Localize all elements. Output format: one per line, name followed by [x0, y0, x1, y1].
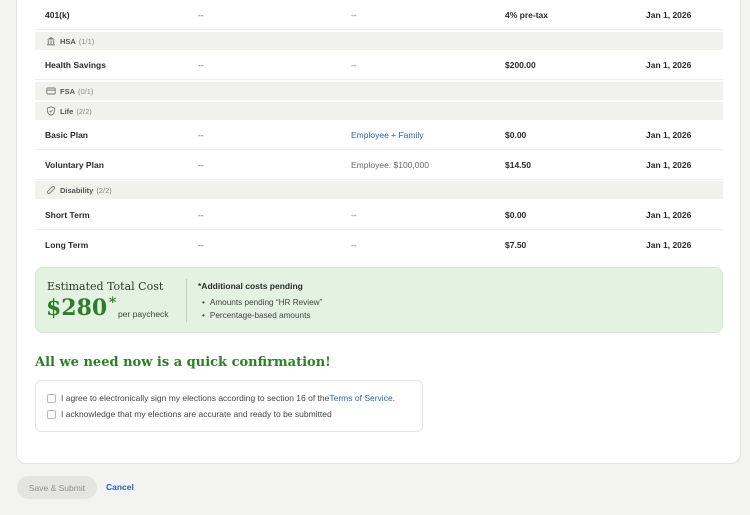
group-count: (1/1): [78, 36, 95, 46]
table-row: Basic Plan -- Employee + Family $0.00 Ja…: [35, 120, 723, 150]
estimate-title: Estimated Total Cost: [47, 280, 164, 293]
acknowledge-row[interactable]: I acknowledge that my elections are accu…: [47, 409, 332, 419]
plan-cost: $200.00: [505, 59, 536, 70]
plan-effective-date: Jan 1, 2026: [646, 129, 692, 140]
pending-costs-title: *Additional costs pending: [198, 281, 303, 291]
plan-effective-date: Jan 1, 2026: [646, 240, 692, 250]
plan-coverage-link[interactable]: Employee + Family: [351, 130, 424, 140]
plan-name: Voluntary Plan: [45, 159, 104, 170]
plan-coverage: Employee: $100,000: [351, 159, 429, 170]
group-header-life: Life (2/2): [35, 102, 723, 120]
estimate-period: per paycheck: [118, 309, 169, 319]
shield-icon: [45, 106, 56, 117]
plan-coverage: --: [351, 59, 357, 70]
group-name: Disability: [60, 185, 94, 195]
table-row: Long Term -- -- $7.50 Jan 1, 2026: [35, 230, 723, 260]
agree-terms-row[interactable]: I agree to electronically sign my electi…: [47, 393, 395, 403]
group-name: HSA: [60, 36, 76, 46]
plan-cost: $0.00: [505, 209, 527, 220]
plan-name: Short Term: [45, 209, 90, 220]
confirmation-heading: All we need now is a quick confirmation!: [35, 355, 331, 370]
plan-col2: --: [198, 9, 204, 20]
agree-terms-suffix: .: [392, 393, 396, 403]
plan-name: Basic Plan: [45, 129, 88, 140]
agree-terms-checkbox[interactable]: [47, 393, 56, 403]
group-name: FSA: [60, 86, 75, 96]
plan-effective-date: Jan 1, 2026: [646, 9, 692, 20]
plan-col2: --: [198, 129, 204, 140]
plan-effective-date: Jan 1, 2026: [646, 59, 692, 70]
estimate-asterisk: *: [109, 295, 117, 311]
table-row: Short Term -- -- $0.00 Jan 1, 2026: [35, 200, 723, 230]
plan-col2: --: [198, 59, 204, 70]
pending-costs-list: Amounts pending “HR Review” Percentage-b…: [202, 296, 322, 322]
card-icon: [45, 86, 56, 97]
group-header-disability: Disability (2/2): [35, 181, 723, 199]
plan-name: Health Savings: [45, 59, 106, 70]
group-count: (2/2): [96, 185, 112, 195]
bandage-icon: [45, 185, 56, 196]
bank-icon: [45, 36, 56, 47]
table-row: 401(k) -- -- 4% pre-tax Jan 1, 2026: [35, 0, 723, 30]
estimate-amount: $280: [46, 295, 108, 321]
plan-name: 401(k): [45, 9, 70, 20]
plan-effective-date: Jan 1, 2026: [646, 209, 692, 220]
group-count: (0/1): [78, 86, 94, 96]
table-row: Voluntary Plan -- Employee: $100,000 $14…: [35, 150, 723, 180]
table-row: Health Savings -- -- $200.00 Jan 1, 2026: [35, 50, 723, 80]
group-name: Life: [60, 106, 74, 116]
plan-col2: --: [198, 159, 204, 170]
plan-effective-date: Jan 1, 2026: [646, 159, 692, 170]
cancel-button[interactable]: Cancel: [106, 482, 134, 492]
plan-cost: 4% pre-tax: [505, 9, 548, 20]
plan-coverage: --: [351, 209, 357, 220]
plan-cost: $14.50: [505, 159, 531, 170]
estimated-total-cost-panel: Estimated Total Cost $280 * per paycheck…: [35, 267, 723, 333]
plan-cost: $7.50: [505, 240, 527, 250]
save-and-submit-button[interactable]: Save & Submit: [17, 476, 97, 499]
acknowledge-label: I acknowledge that my elections are accu…: [61, 409, 332, 419]
divider: [186, 279, 187, 322]
list-item: Percentage-based amounts: [202, 309, 322, 322]
terms-of-service-link[interactable]: Terms of Service: [329, 393, 392, 403]
group-header-hsa: HSA (1/1): [35, 32, 723, 50]
plan-col2: --: [198, 240, 204, 250]
plan-coverage: --: [351, 9, 357, 20]
agree-terms-label: I agree to electronically sign my electi…: [61, 393, 330, 403]
confirmation-box: I agree to electronically sign my electi…: [35, 380, 423, 432]
group-count: (2/2): [76, 106, 92, 116]
plan-name: Long Term: [45, 240, 89, 250]
acknowledge-checkbox[interactable]: [47, 409, 56, 419]
plan-cost: $0.00: [505, 129, 527, 140]
plan-coverage: --: [351, 240, 357, 250]
page: 401(k) -- -- 4% pre-tax Jan 1, 2026 HSA …: [0, 0, 750, 515]
plan-col2: --: [198, 209, 204, 220]
group-header-fsa: FSA (0/1): [35, 82, 723, 100]
list-item: Amounts pending “HR Review”: [202, 296, 322, 309]
benefits-summary-card: 401(k) -- -- 4% pre-tax Jan 1, 2026 HSA …: [16, 0, 741, 464]
